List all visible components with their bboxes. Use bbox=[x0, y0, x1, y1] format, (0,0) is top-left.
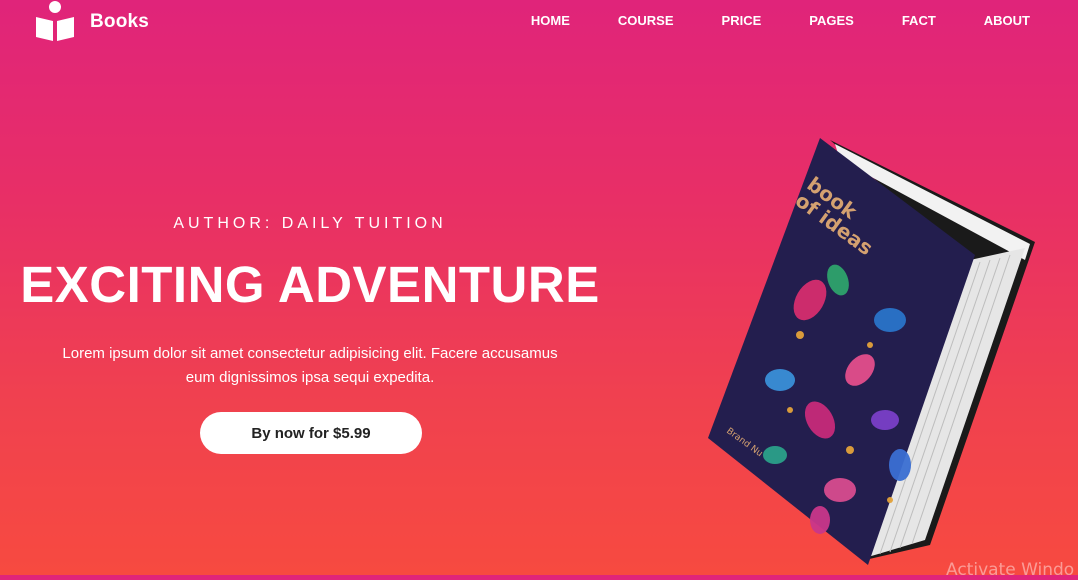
buy-now-button[interactable]: By now for $5.99 bbox=[200, 412, 422, 454]
description-line: Lorem ipsum dolor sit amet consectetur a… bbox=[62, 345, 558, 362]
activate-windows-watermark: Activate Windo bbox=[946, 560, 1075, 580]
hero-section: AUTHOR: DAILY TUITION EXCITING ADVENTURE… bbox=[0, 0, 620, 575]
nav-price[interactable]: PRICE bbox=[722, 13, 762, 28]
hero-title: EXCITING ADVENTURE bbox=[20, 256, 600, 313]
nav-about[interactable]: ABOUT bbox=[984, 13, 1030, 28]
nav-fact[interactable]: FACT bbox=[902, 13, 936, 28]
description-line: eum dignissimos ipsa sequi expedita. bbox=[185, 369, 435, 386]
author-label: AUTHOR: DAILY TUITION bbox=[173, 215, 447, 232]
hero-description: Lorem ipsum dolor sit amet consectetur a… bbox=[20, 342, 600, 390]
book-image: book of ideas Brand Nu bbox=[690, 120, 1060, 575]
book-illustration: book of ideas Brand Nu bbox=[708, 138, 1035, 565]
nav-course[interactable]: COURSE bbox=[618, 13, 674, 28]
nav-pages[interactable]: PAGES bbox=[809, 13, 854, 28]
